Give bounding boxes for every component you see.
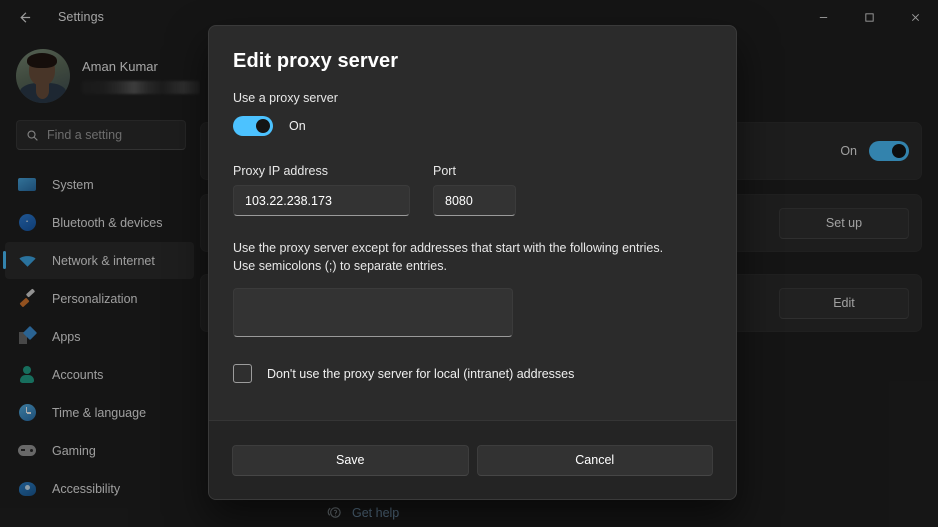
use-proxy-label: Use a proxy server	[233, 91, 338, 105]
dialog-title: Edit proxy server	[233, 50, 399, 72]
local-addresses-checkbox-row[interactable]: Don't use the proxy server for local (in…	[233, 364, 712, 384]
port-field-group: Port 8080	[433, 164, 516, 216]
save-button[interactable]: Save	[232, 444, 469, 476]
exceptions-help-line1: Use the proxy server except for addresse…	[233, 241, 664, 255]
exceptions-textarea[interactable]	[233, 288, 513, 338]
dialog-body: Edit proxy server Use a proxy server On …	[209, 26, 736, 421]
exceptions-help-line2: Use semicolons (;) to separate entries.	[233, 259, 447, 274]
dialog-footer: Save Cancel	[209, 420, 736, 499]
use-proxy-toggle-state: On	[289, 119, 306, 133]
local-addresses-checkbox-label: Don't use the proxy server for local (in…	[267, 366, 575, 381]
edit-proxy-dialog: Edit proxy server Use a proxy server On …	[208, 25, 737, 500]
settings-window: Settings Aman Kumar Find a setting Syste…	[0, 0, 938, 527]
use-proxy-toggle[interactable]	[233, 116, 273, 136]
ip-field-label: Proxy IP address	[233, 164, 328, 178]
proxy-ip-input[interactable]: 103.22.238.173	[233, 185, 410, 216]
proxy-port-input[interactable]: 8080	[433, 185, 516, 216]
ip-field-group: Proxy IP address 103.22.238.173	[233, 164, 410, 216]
cancel-button[interactable]: Cancel	[476, 444, 713, 476]
use-proxy-toggle-row: On	[233, 116, 712, 136]
port-field-label: Port	[433, 164, 456, 178]
proxy-fields: Proxy IP address 103.22.238.173 Port 808…	[233, 164, 712, 216]
exceptions-help: Use the proxy server except for addresse…	[233, 239, 712, 275]
local-addresses-checkbox[interactable]	[233, 364, 252, 384]
